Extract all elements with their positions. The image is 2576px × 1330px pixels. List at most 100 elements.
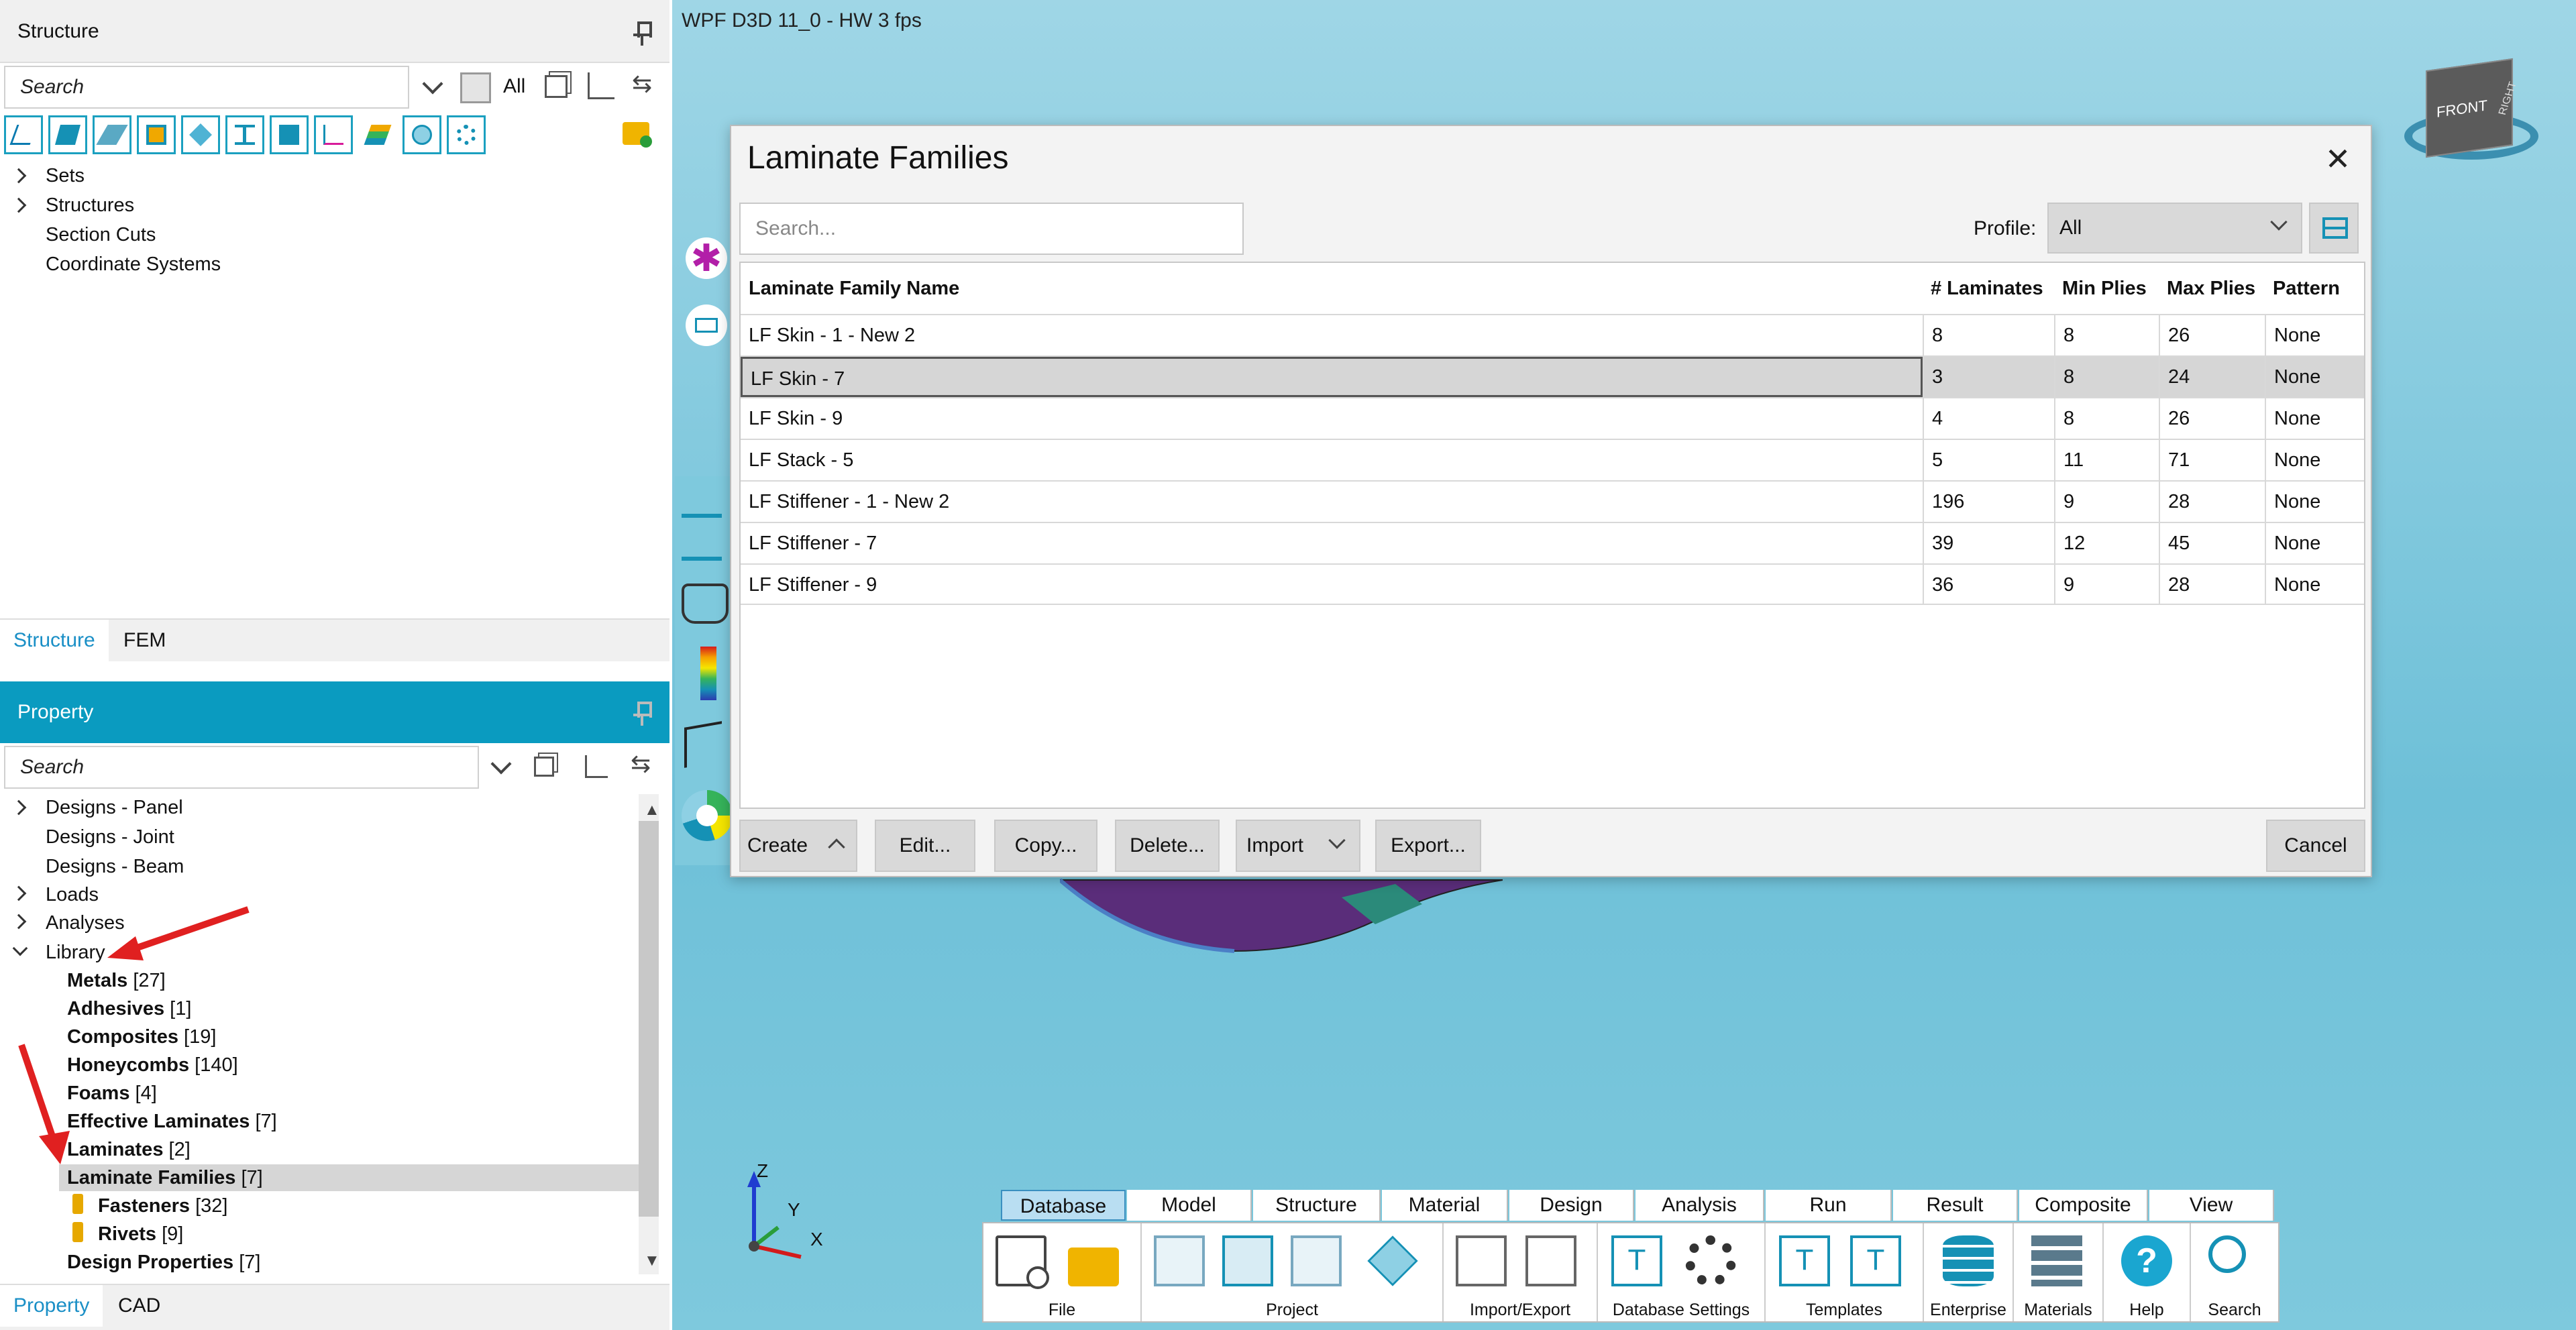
tree-item-designs-joint[interactable]: Designs - Joint — [46, 824, 174, 850]
tree-item-loads[interactable]: Loads — [46, 881, 99, 908]
library-item-rivets[interactable]: Rivets [9] — [98, 1221, 183, 1248]
composite-surface-model[interactable] — [1060, 877, 1503, 958]
close-icon[interactable]: ✕ — [2321, 142, 2355, 176]
chevron-down-icon[interactable] — [490, 753, 512, 775]
library-item-foams[interactable]: Foams [4] — [67, 1080, 157, 1107]
tree-item-designs-beam[interactable]: Designs - Beam — [46, 853, 184, 880]
solid-tool-icon[interactable] — [48, 115, 87, 154]
ribbon-tab-run[interactable]: Run — [1766, 1190, 1892, 1221]
ribbon-tab-composite[interactable]: Composite — [2019, 1190, 2148, 1221]
pin-icon[interactable] — [632, 699, 652, 726]
tree-item-structures[interactable]: Structures — [46, 192, 134, 219]
library-item-honeycombs[interactable]: Honeycombs [140] — [67, 1052, 238, 1078]
column-header-laminates[interactable]: # Laminates — [1923, 263, 2043, 314]
expand-arrow-icon[interactable] — [11, 168, 27, 184]
project-download-icon[interactable] — [1291, 1235, 1342, 1286]
materials-icon[interactable] — [2031, 1235, 2082, 1286]
tree-item-coordinate-systems[interactable]: Coordinate Systems — [46, 251, 221, 278]
tree-item-section-cuts[interactable]: Section Cuts — [46, 221, 156, 248]
cube-filter-icon[interactable] — [460, 72, 491, 103]
table-row[interactable]: LF Stack - 5 5 11 71 None — [741, 439, 2364, 480]
joint-tool-icon[interactable] — [137, 115, 176, 154]
help-icon[interactable]: ? — [2121, 1235, 2172, 1286]
project-box-icon[interactable] — [1367, 1235, 1418, 1286]
new-project-icon[interactable] — [1154, 1235, 1205, 1286]
color-wheel-icon[interactable] — [682, 790, 733, 841]
expand-arrow-icon[interactable] — [11, 197, 27, 213]
library-item-effective-laminates[interactable]: Effective Laminates [7] — [67, 1108, 277, 1135]
pin-icon[interactable] — [632, 19, 652, 46]
expand-arrow-icon[interactable] — [11, 799, 27, 816]
ribbon-tab-material[interactable]: Material — [1382, 1190, 1508, 1221]
import-button[interactable]: Import — [1236, 820, 1360, 872]
scrollbar-thumb[interactable] — [639, 821, 659, 1217]
library-item-composites[interactable]: Composites [19] — [67, 1023, 216, 1050]
new-folder-icon[interactable] — [623, 122, 652, 148]
tree-hierarchy-icon[interactable] — [588, 72, 614, 99]
tree-item-designs-panel[interactable]: Designs - Panel — [46, 794, 183, 821]
table-row[interactable]: LF Stiffener - 9 36 9 28 None — [741, 563, 2364, 605]
library-item-fasteners[interactable]: Fasteners [32] — [98, 1193, 227, 1219]
expand-arrow-icon[interactable] — [11, 913, 27, 930]
collapse-all-icon[interactable] — [545, 75, 568, 98]
template-settings-icon[interactable]: T — [1611, 1235, 1662, 1286]
copy-button[interactable]: Copy... — [994, 820, 1097, 872]
chevron-down-icon[interactable] — [422, 73, 443, 95]
all-filter-label[interactable]: All — [503, 75, 525, 98]
export-button[interactable]: Export... — [1375, 820, 1481, 872]
flag-icon[interactable] — [684, 721, 722, 768]
nodes-tool-icon[interactable] — [4, 115, 43, 154]
scroll-up-icon[interactable]: ▲ — [644, 801, 660, 820]
template-icon[interactable]: T — [1779, 1235, 1830, 1286]
project-windows-icon[interactable] — [1222, 1235, 1273, 1286]
column-header-max-plies[interactable]: Max Plies — [2159, 263, 2255, 314]
sync-arrows-icon[interactable]: ⇆ — [631, 750, 651, 778]
glasses-icon[interactable] — [682, 584, 729, 624]
surface-tool-icon[interactable] — [93, 115, 131, 154]
ribbon-tab-result[interactable]: Result — [1893, 1190, 2018, 1221]
beam-tool-icon[interactable] — [225, 115, 264, 154]
select-rect-icon[interactable] — [686, 304, 727, 346]
ribbon-tab-analysis[interactable]: Analysis — [1635, 1190, 1764, 1221]
create-button[interactable]: Create — [739, 820, 857, 872]
ribbon-tab-structure[interactable]: Structure — [1253, 1190, 1381, 1221]
delete-button[interactable]: Delete... — [1115, 820, 1220, 872]
collapse-all-icon[interactable] — [534, 757, 554, 777]
table-row[interactable]: LF Skin - 9 4 8 26 None — [741, 397, 2364, 439]
ribbon-tab-database[interactable]: Database — [1001, 1190, 1126, 1221]
sync-arrows-icon[interactable]: ⇆ — [632, 70, 652, 98]
table-row-selected[interactable]: LF Skin - 7 3 8 24 None — [741, 355, 2364, 397]
cube-tool-icon[interactable] — [270, 115, 309, 154]
tab-fem[interactable]: FEM — [110, 620, 179, 661]
tree-hierarchy-icon[interactable] — [585, 755, 608, 778]
open-folder-icon[interactable] — [1068, 1248, 1119, 1286]
column-header-min-plies[interactable]: Min Plies — [2054, 263, 2147, 314]
search-icon[interactable] — [2208, 1235, 2246, 1273]
ribbon-tab-model[interactable]: Model — [1127, 1190, 1252, 1221]
table-row[interactable]: LF Stiffener - 1 - New 2 196 9 28 None — [741, 480, 2364, 522]
chevron-down-icon[interactable] — [2270, 213, 2288, 231]
edit-button[interactable]: Edit... — [875, 820, 975, 872]
color-legend-icon[interactable] — [700, 647, 716, 700]
profile-settings-icon[interactable] — [2309, 203, 2359, 254]
profile-select[interactable]: All — [2047, 203, 2302, 254]
library-item-laminates[interactable]: Laminates [2] — [67, 1136, 191, 1163]
dialog-search-input[interactable]: Search... — [739, 203, 1244, 255]
tab-cad[interactable]: CAD — [105, 1285, 174, 1327]
tab-structure[interactable]: Structure — [0, 620, 109, 661]
ribbon-tab-view[interactable]: View — [2149, 1190, 2274, 1221]
section-cut-tool-icon[interactable] — [402, 115, 441, 154]
layers-tool-icon[interactable] — [358, 115, 397, 154]
column-header-pattern[interactable]: Pattern — [2265, 263, 2340, 314]
tree-item-library[interactable]: Library — [46, 939, 105, 966]
import-file-icon[interactable] — [1456, 1235, 1507, 1286]
tab-property[interactable]: Property — [0, 1285, 103, 1327]
templates-icon[interactable]: T — [1850, 1235, 1901, 1286]
settings-tool-icon[interactable] — [447, 115, 486, 154]
export-file-icon[interactable] — [1525, 1235, 1576, 1286]
column-header-name[interactable]: Laminate Family Name — [741, 263, 959, 314]
scroll-down-icon[interactable]: ▼ — [644, 1252, 660, 1270]
view-cube-icon[interactable]: FRONT RIGHT — [2426, 58, 2519, 158]
structure-search-input[interactable]: Search — [4, 66, 409, 109]
library-item-adhesives[interactable]: Adhesives [1] — [67, 995, 191, 1022]
